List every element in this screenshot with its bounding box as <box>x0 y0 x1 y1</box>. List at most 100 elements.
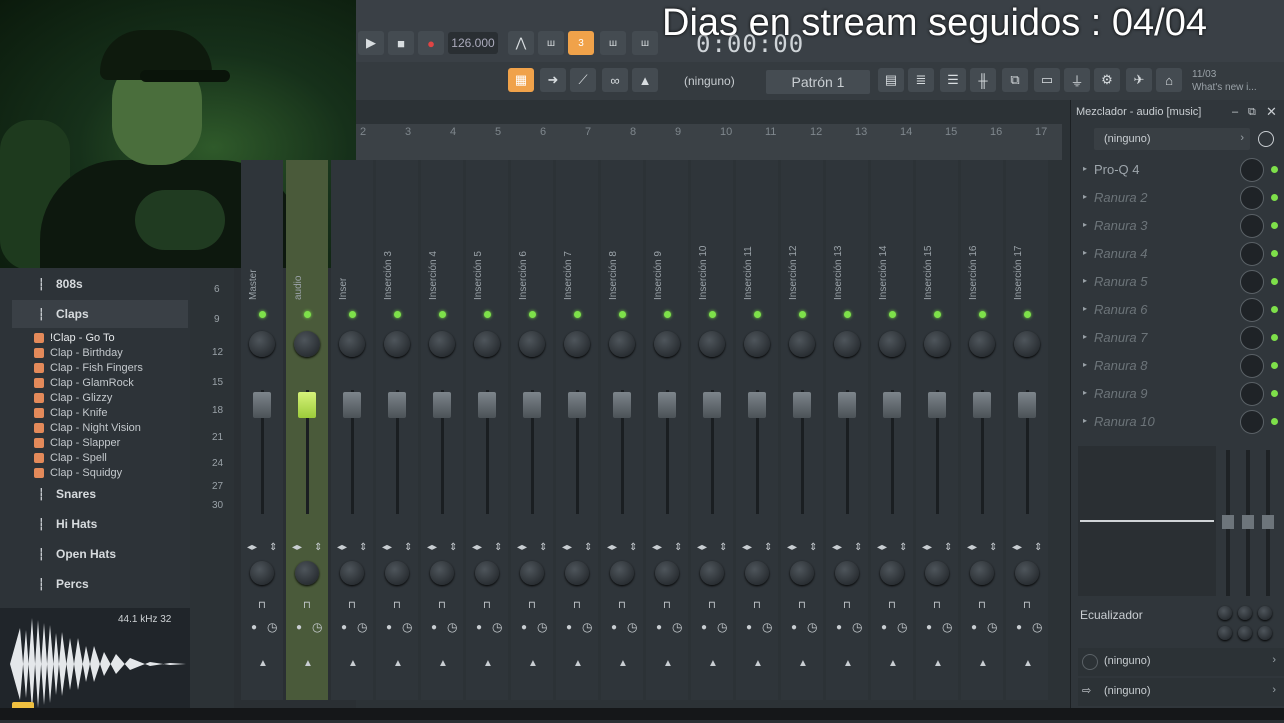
channel-rack-icon[interactable]: ☰ <box>940 68 966 92</box>
volume-fader[interactable] <box>793 392 811 418</box>
slot-enable-led[interactable] <box>1271 278 1278 285</box>
track-name[interactable]: Master <box>248 160 264 300</box>
volume-fader[interactable] <box>703 392 721 418</box>
slot-enable-led[interactable] <box>1271 306 1278 313</box>
swap-arrows-icon[interactable]: ⇕ <box>629 542 637 553</box>
stereo-knob[interactable] <box>745 561 769 585</box>
route-arrow-icon[interactable]: ▲ <box>708 658 718 669</box>
pan-knob[interactable] <box>699 331 725 357</box>
track-name[interactable]: Inserción 12 <box>788 160 804 300</box>
send-knob-icon[interactable]: ◷ <box>447 620 457 634</box>
mute-led[interactable] <box>574 311 581 318</box>
pan-knob[interactable] <box>1014 331 1040 357</box>
volume-fader[interactable] <box>523 392 541 418</box>
mute-led[interactable] <box>439 311 446 318</box>
pan-knob[interactable] <box>609 331 635 357</box>
folder-claps[interactable]: ┆ Claps <box>12 300 188 328</box>
play-button[interactable]: ▶ <box>358 31 384 55</box>
pan-knob[interactable] <box>339 331 365 357</box>
swap-arrows-icon[interactable]: ⇕ <box>764 542 772 553</box>
folder-808s[interactable]: ┆ 808s <box>12 270 188 298</box>
volume-fader[interactable] <box>1018 392 1036 418</box>
slot-mix-knob[interactable] <box>1240 270 1264 294</box>
list-item[interactable]: Clap - Birthday <box>34 345 123 360</box>
send-knob-icon[interactable]: ◷ <box>672 620 682 634</box>
pan-knob[interactable] <box>879 331 905 357</box>
list-item[interactable]: Clap - Night Vision <box>34 420 141 435</box>
metronome-icon[interactable]: ⋀ <box>508 31 534 55</box>
minimize-icon[interactable]: – <box>1232 106 1238 118</box>
list-item[interactable]: Clap - Glizzy <box>34 390 112 405</box>
tools-icon[interactable]: ⚙ <box>1094 68 1120 92</box>
stereo-knob[interactable] <box>340 561 364 585</box>
swap-arrows-icon[interactable]: ⇕ <box>449 542 457 553</box>
loop-record-icon[interactable]: ш <box>632 31 658 55</box>
send-knob-icon[interactable]: ◷ <box>492 620 502 634</box>
slot-enable-led[interactable] <box>1271 166 1278 173</box>
record-dot-icon[interactable]: ● <box>926 622 932 633</box>
record-dot-icon[interactable]: ● <box>1016 622 1022 633</box>
browser-icon[interactable]: ▭ <box>1034 68 1060 92</box>
phase-icon[interactable]: ⊓ <box>573 600 581 611</box>
list-item[interactable]: Clap - GlamRock <box>34 375 134 390</box>
record-dot-icon[interactable]: ● <box>881 622 887 633</box>
route-arrow-icon[interactable]: ▲ <box>888 658 898 669</box>
pan-knob[interactable] <box>429 331 455 357</box>
list-item[interactable]: Clap - Spell <box>34 450 107 465</box>
slot-enable-led[interactable] <box>1271 222 1278 229</box>
track-name[interactable]: Inserción 14 <box>878 160 894 300</box>
swap-arrows-icon[interactable]: ⇕ <box>989 542 997 553</box>
record-dot-icon[interactable]: ● <box>386 622 392 633</box>
pan-knob[interactable] <box>654 331 680 357</box>
send-knob-icon[interactable]: ◷ <box>717 620 727 634</box>
slot-mix-knob[interactable] <box>1240 186 1264 210</box>
slot-arrow-icon[interactable]: ▸ <box>1083 360 1087 369</box>
track-name[interactable]: Inserción 6 <box>518 160 534 300</box>
stereo-knob[interactable] <box>1015 561 1039 585</box>
folder-open-hats[interactable]: ┆ Open Hats <box>12 540 188 568</box>
mute-led[interactable] <box>934 311 941 318</box>
pan-knob[interactable] <box>519 331 545 357</box>
stereo-arrows-icon[interactable]: ◂▸ <box>472 542 482 553</box>
stereo-knob[interactable] <box>925 561 949 585</box>
eq-knob[interactable] <box>1238 626 1252 640</box>
record-dot-icon[interactable]: ● <box>746 622 752 633</box>
slot-arrow-icon[interactable]: ▸ <box>1083 164 1087 173</box>
swap-arrows-icon[interactable]: ⇕ <box>719 542 727 553</box>
stereo-knob[interactable] <box>970 561 994 585</box>
phase-icon[interactable]: ⊓ <box>843 600 851 611</box>
volume-fader[interactable] <box>883 392 901 418</box>
swap-arrows-icon[interactable]: ⇕ <box>539 542 547 553</box>
stereo-arrows-icon[interactable]: ◂▸ <box>427 542 437 553</box>
stereo-arrows-icon[interactable]: ◂▸ <box>967 542 977 553</box>
phase-icon[interactable]: ⊓ <box>348 600 356 611</box>
pan-knob[interactable] <box>564 331 590 357</box>
stereo-arrows-icon[interactable]: ◂▸ <box>562 542 572 553</box>
volume-fader[interactable] <box>388 392 406 418</box>
slot-arrow-icon[interactable]: ▸ <box>1083 248 1087 257</box>
stereo-arrows-icon[interactable]: ◂▸ <box>517 542 527 553</box>
route-arrow-icon[interactable]: ▲ <box>978 658 988 669</box>
track-name[interactable]: Inserción 15 <box>923 160 939 300</box>
mute-led[interactable] <box>529 311 536 318</box>
track-name[interactable]: Inserción 5 <box>473 160 489 300</box>
effect-slot[interactable]: ▸ Ranura 4 <box>1078 240 1284 268</box>
track-name[interactable]: Inserción 8 <box>608 160 624 300</box>
slot-enable-led[interactable] <box>1271 250 1278 257</box>
phase-icon[interactable]: ⊓ <box>618 600 626 611</box>
effect-slot[interactable]: ▸ Ranura 6 <box>1078 296 1284 324</box>
record-button[interactable]: ● <box>418 31 444 55</box>
send-knob-icon[interactable]: ◷ <box>897 620 907 634</box>
volume-fader[interactable] <box>298 392 316 418</box>
mute-led[interactable] <box>979 311 986 318</box>
swap-arrows-icon[interactable]: ⇕ <box>1034 542 1042 553</box>
slot-arrow-icon[interactable]: ▸ <box>1083 192 1087 201</box>
slot-enable-led[interactable] <box>1271 194 1278 201</box>
send-knob-icon[interactable]: ◷ <box>942 620 952 634</box>
record-dot-icon[interactable]: ● <box>296 622 302 633</box>
track-name[interactable]: Inserción 3 <box>383 160 399 300</box>
pan-knob[interactable] <box>789 331 815 357</box>
mute-led[interactable] <box>484 311 491 318</box>
link-icon[interactable]: ∞ <box>602 68 628 92</box>
stereo-knob[interactable] <box>250 561 274 585</box>
